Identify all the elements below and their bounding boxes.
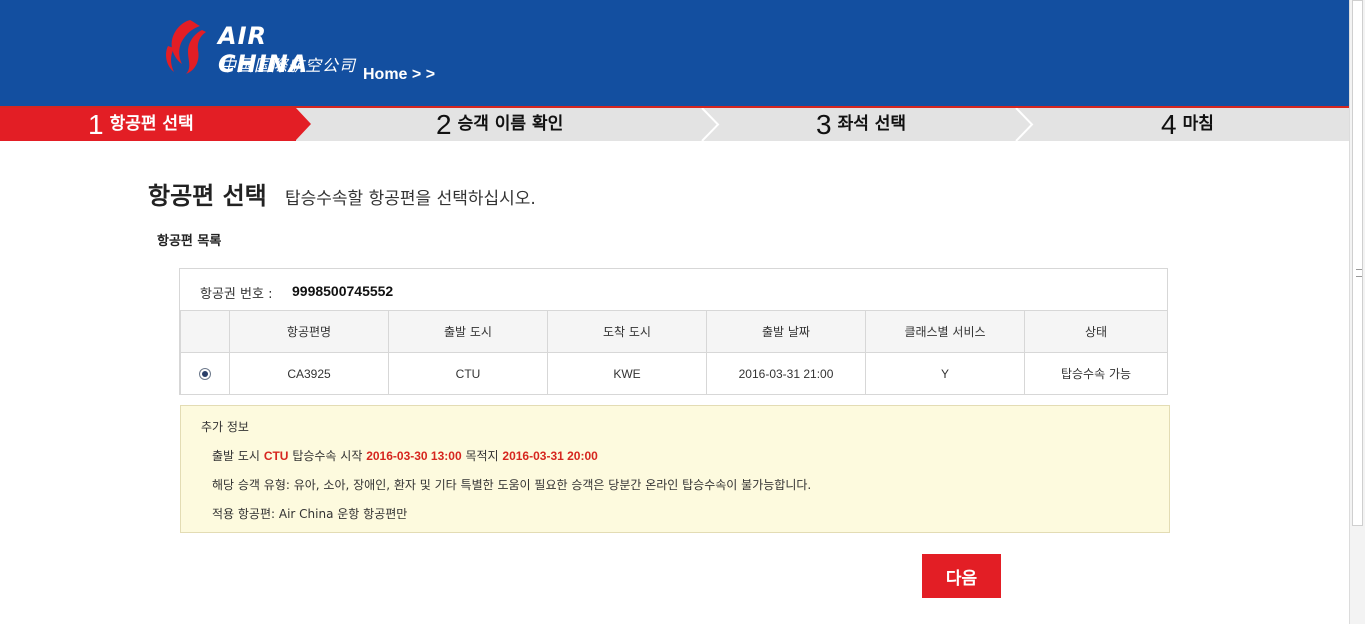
vertical-scrollbar[interactable] [1349, 0, 1365, 624]
step-1-select-flight: 1 항공편 선택 [0, 108, 296, 141]
scrollbar-grip-icon [1356, 269, 1362, 277]
info-checkin-start-label: 탑승수속 시작 [292, 449, 363, 463]
step-number: 2 [436, 109, 452, 140]
arrival-city-cell: KWE [547, 352, 707, 395]
site-header: AIR CHINA 中国国際航空公司 Home > > [0, 0, 1349, 106]
column-header-arrival-city: 도착 도시 [547, 310, 707, 353]
step-arrow [296, 108, 311, 140]
page-title: 항공편 선택 [148, 182, 267, 210]
select-column-header [180, 310, 230, 353]
additional-info-box: 추가 정보 출발 도시 CTU 탑승수속 시작 2016-03-30 13:00… [180, 405, 1170, 533]
scrollbar-thumb[interactable] [1352, 0, 1363, 526]
info-departure-city: CTU [263, 449, 289, 463]
chevron-right-icon [701, 108, 720, 141]
progress-steps: 1 항공편 선택 2 승객 이름 확인 3 좌석 선택 4 마침 [0, 106, 1349, 141]
step-number: 3 [816, 109, 832, 140]
info-title: 추가 정보 [201, 420, 249, 434]
step-label: 승객 이름 확인 [457, 114, 564, 134]
flight-number-cell: CA3925 [229, 352, 389, 395]
info-departure-label: 출발 도시 [212, 449, 260, 463]
column-header-departure-date: 출발 날짜 [706, 310, 866, 353]
step-4-finish: 4 마침 [1161, 108, 1214, 141]
logo-chinese-name: 中国国際航空公司 [220, 56, 357, 75]
info-destination-label: 목적지 [465, 449, 499, 463]
step-label: 마침 [1182, 114, 1214, 134]
class-service-cell: Y [865, 352, 1025, 395]
page-subtitle: 탑승수속할 항공편을 선택하십시오. [285, 189, 536, 209]
step-number: 1 [88, 109, 104, 140]
column-header-departure-city: 출발 도시 [388, 310, 548, 353]
section-title: 항공편 목록 [157, 234, 222, 249]
departure-city-cell: CTU [388, 352, 548, 395]
checkin-window-text: 출발 도시 CTU 탑승수속 시작 2016-03-30 13:00 목적지 2… [212, 447, 598, 464]
phoenix-logo-icon [166, 20, 206, 74]
flight-list-box: 항공권 번호 : 9998500745552 항공편명 출발 도시 도착 도시 … [179, 268, 1168, 395]
flight-select-radio[interactable] [199, 368, 211, 381]
step-label: 좌석 선택 [837, 114, 907, 134]
passenger-type-notice: 해당 승객 유형: 유아, 소아, 장애인, 환자 및 기타 특별한 도움이 필… [212, 478, 812, 492]
breadcrumb[interactable]: Home > > [363, 66, 435, 84]
column-header-status: 상태 [1024, 310, 1168, 353]
table-header-row: 항공편명 출발 도시 도착 도시 출발 날짜 클래스별 서비스 상태 [180, 310, 1168, 353]
step-2-confirm-passenger: 2 승객 이름 확인 [436, 108, 563, 141]
flight-select-cell[interactable] [180, 352, 230, 395]
column-header-flight: 항공편명 [229, 310, 389, 353]
chevron-right-icon [1015, 108, 1034, 141]
air-china-logo[interactable]: AIR CHINA 中国国際航空公司 [160, 16, 360, 80]
ticket-number: 9998500745552 [292, 283, 394, 299]
ticket-number-label: 항공권 번호 : [200, 287, 273, 302]
step-label: 항공편 선택 [109, 114, 194, 134]
table-row[interactable]: CA3925 CTU KWE 2016-03-31 21:00 Y 탑승수속 가… [180, 352, 1168, 395]
next-button[interactable]: 다음 [922, 554, 1001, 598]
departure-date-cell: 2016-03-31 21:00 [706, 352, 866, 395]
info-checkin-end-time: 2016-03-31 20:00 [502, 449, 598, 463]
flight-table: 항공편명 출발 도시 도착 도시 출발 날짜 클래스별 서비스 상태 CA392… [180, 310, 1168, 395]
column-header-class-service: 클래스별 서비스 [865, 310, 1025, 353]
step-number: 4 [1161, 109, 1177, 140]
step-3-select-seat: 3 좌석 선택 [816, 108, 906, 141]
applicable-flights-notice: 적용 항공편: Air China 운항 항공편만 [212, 507, 408, 521]
info-checkin-start-time: 2016-03-30 13:00 [366, 449, 462, 463]
status-cell: 탑승수속 가능 [1024, 352, 1168, 395]
